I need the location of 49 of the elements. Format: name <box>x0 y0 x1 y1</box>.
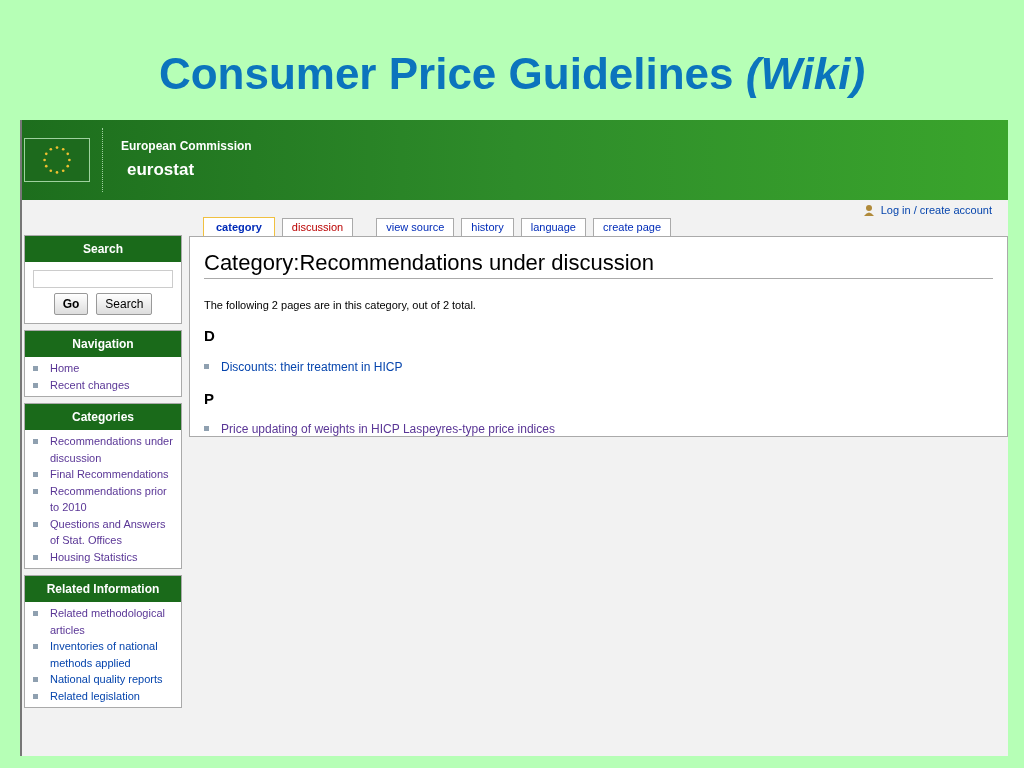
eu-flag-icon <box>24 138 90 182</box>
tab[interactable]: discussion <box>281 218 354 236</box>
bullet-icon <box>33 472 38 477</box>
letter-heading: P <box>204 388 215 409</box>
tab[interactable]: category <box>203 217 275 236</box>
panel-header: Categories <box>25 404 181 430</box>
search-field[interactable] <box>33 270 173 288</box>
sidebar-link[interactable]: Recommendations under discussion <box>50 433 173 466</box>
bullet-icon <box>33 382 38 388</box>
panel-header: Related Information <box>25 576 181 602</box>
sidebar-link[interactable]: Inventories of national methods applied <box>50 638 173 671</box>
bullet-icon <box>33 693 38 699</box>
sidebar-link[interactable]: Housing Statistics <box>50 548 138 565</box>
go-button[interactable]: Go <box>53 293 89 315</box>
letter-heading: D <box>204 326 216 346</box>
slide-title: Consumer Price Guidelines (Wiki) <box>157 48 867 100</box>
sidebar-link[interactable]: Recent changes <box>50 376 130 393</box>
sidebar-link[interactable]: Home <box>50 360 80 377</box>
bullet-icon <box>33 366 38 371</box>
bullet-icon <box>204 363 209 369</box>
bullet-icon <box>33 677 38 682</box>
bullet-icon <box>33 644 38 649</box>
user-icon <box>862 204 875 216</box>
page-link[interactable]: Discounts: their treatment in HICP <box>221 357 403 376</box>
login-link[interactable]: Log in / create account <box>880 201 992 219</box>
eurostat-logo: eurostat <box>127 159 196 182</box>
tab[interactable]: language <box>520 218 586 236</box>
page-heading: Category:Recommendations under discussion <box>204 249 993 279</box>
sidebar-link[interactable]: Recommendations prior to 2010 <box>50 482 173 516</box>
sidebar-link[interactable]: National quality reports <box>50 671 163 688</box>
bullet-icon <box>33 611 38 616</box>
sidebar-link[interactable]: Final Recommendations <box>50 466 169 483</box>
bullet-icon <box>33 554 38 560</box>
tab[interactable]: view source <box>376 218 455 236</box>
intro-text: The following 2 pages are in this category, out of 2 total. <box>204 297 477 313</box>
page-link[interactable]: Price updating of weights in HICP Laspeyres-type price indices <box>221 420 555 438</box>
panel-header: Navigation <box>25 331 181 357</box>
organization-name: European Commission <box>121 138 252 156</box>
bullet-icon <box>33 521 38 527</box>
panel-header: Search <box>25 236 181 262</box>
sidebar-link[interactable]: Questions and Answers of Stat. Offices <box>50 515 173 549</box>
bullet-icon <box>204 426 209 431</box>
bullet-icon <box>33 488 38 494</box>
bullet-icon <box>33 439 38 444</box>
sidebar-link[interactable]: Related legislation <box>50 687 140 704</box>
search-button[interactable]: Search <box>96 293 153 315</box>
tab[interactable]: history <box>461 218 514 236</box>
tab[interactable]: create page <box>593 218 672 236</box>
sidebar-link[interactable]: Related methodological articles <box>50 605 173 638</box>
